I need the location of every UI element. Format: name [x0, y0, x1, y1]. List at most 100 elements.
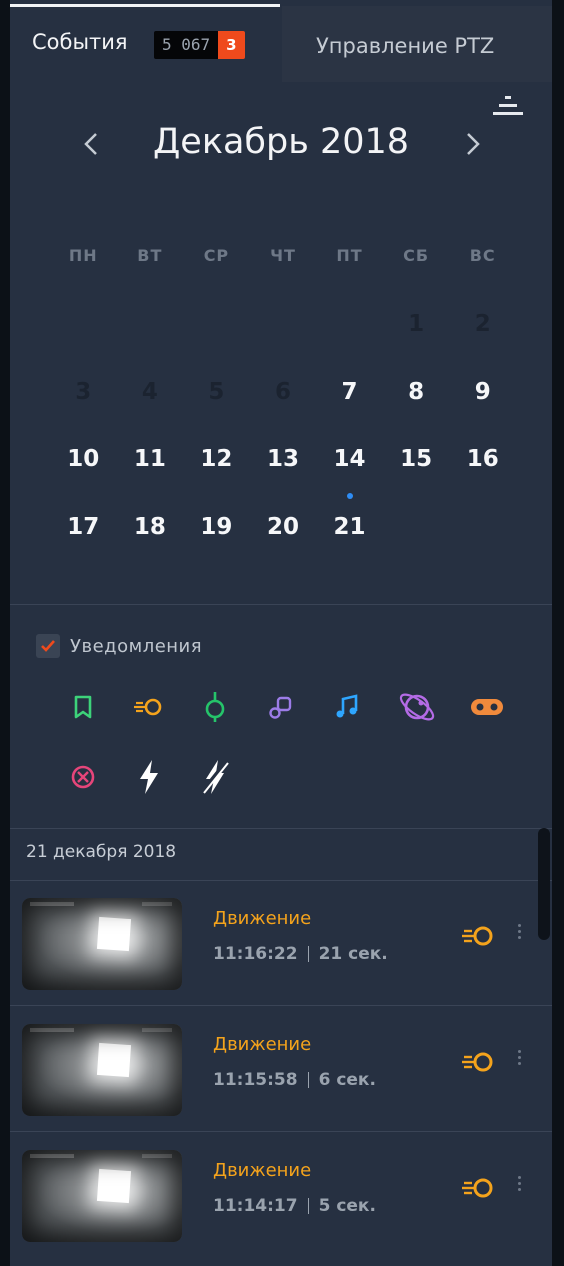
divider [10, 1005, 552, 1006]
calendar-day[interactable]: 15 [383, 435, 450, 503]
calendar-day: 1 [383, 300, 450, 368]
events-panel: События 5 067 3 Управление PTZ Декабрь 2… [10, 0, 552, 1266]
calendar-day: 4 [117, 368, 184, 436]
divider [10, 604, 552, 605]
events-indicator-dot [346, 492, 353, 499]
motion-icon[interactable] [132, 690, 166, 724]
notifications-label: Уведомления [70, 635, 203, 657]
event-time-info: 11:16:22 21 сек. [213, 944, 388, 964]
line-cross-icon[interactable] [198, 690, 232, 724]
calendar-day-number: 9 [474, 378, 491, 405]
checkmark-icon [41, 640, 55, 652]
calendar-day-number: 12 [200, 446, 233, 472]
event-item[interactable]: Движение 11:15:58 6 сек. [10, 1008, 552, 1134]
calendar-day[interactable]: 20 [250, 503, 317, 571]
calendar-day: 5 [183, 368, 250, 436]
thumbnail-vignette [22, 898, 182, 990]
event-thumbnail[interactable] [22, 1150, 182, 1242]
weekday-label: ВТ [137, 246, 163, 265]
tab-ptz[interactable]: Управление PTZ [282, 6, 552, 82]
calendar-day[interactable]: 16 [449, 435, 516, 503]
calendar-header: Декабрь 2018 [10, 118, 552, 170]
calendar-day-number: 8 [408, 378, 425, 405]
calendar-day-number: 15 [400, 446, 433, 472]
more-options-icon[interactable] [514, 1048, 524, 1072]
notifications-checkbox[interactable] [36, 634, 60, 658]
separator [307, 1072, 309, 1088]
event-duration: 6 сек. [318, 1070, 376, 1090]
more-options-icon[interactable] [514, 1174, 524, 1198]
calendar-day[interactable]: 17 [50, 503, 117, 571]
calendar-day[interactable]: 11 [117, 435, 184, 503]
motion-icon [460, 1048, 496, 1076]
object-icon[interactable] [264, 690, 298, 724]
tab-bar: События 5 067 3 Управление PTZ [10, 0, 552, 88]
calendar-day[interactable]: 10 [50, 435, 117, 503]
weekday-label: СБ [403, 246, 430, 265]
calendar-day-number: 11 [133, 446, 166, 472]
calendar-day[interactable]: 12 [183, 435, 250, 503]
calendar-day: 3 [50, 368, 117, 436]
calendar-day-number: 5 [208, 378, 225, 405]
calendar-days-grid: 1 2 3 4 5 6 7 8 9 10 11 12 13 14 15 16 17 18 19 20 21 [50, 300, 516, 570]
calendar-empty-cell [250, 300, 317, 368]
event-duration: 21 сек. [318, 944, 388, 964]
event-item[interactable]: Движение 11:14:17 5 сек. [10, 1134, 552, 1260]
event-duration: 5 сек. [318, 1196, 376, 1216]
event-time: 11:14:17 [213, 1196, 298, 1216]
calendar-day[interactable]: 9 [449, 368, 516, 436]
next-month-button[interactable] [458, 126, 488, 162]
calendar-day[interactable]: 18 [117, 503, 184, 571]
calendar-day-number: 13 [266, 446, 299, 472]
calendar-day[interactable]: 19 [183, 503, 250, 571]
event-time: 11:15:58 [213, 1070, 298, 1090]
separator [307, 946, 309, 962]
event-type: Движение [213, 1160, 312, 1181]
events-total-count: 5 067 [154, 31, 219, 59]
calendar-day[interactable]: 7 [316, 368, 383, 436]
calendar-day-number: 16 [466, 446, 499, 472]
calendar-day[interactable]: 13 [250, 435, 317, 503]
weekday-label: ПН [68, 246, 98, 265]
weekday-label: ВС [469, 246, 496, 265]
event-type: Движение [213, 908, 312, 929]
lightning-icon[interactable] [132, 758, 166, 794]
calendar-day[interactable]: 8 [383, 368, 450, 436]
calendar-day-number: 18 [133, 513, 166, 540]
separator [307, 1198, 309, 1214]
thumbnail-vignette [22, 1150, 182, 1242]
event-item[interactable]: Движение 11:16:22 21 сек. [10, 882, 552, 1008]
notifications-toggle[interactable]: Уведомления [36, 632, 202, 660]
music-note-icon[interactable] [330, 690, 364, 724]
calendar-day[interactable]: 21 [316, 492, 383, 571]
more-options-icon[interactable] [514, 922, 524, 946]
event-thumbnail[interactable] [22, 1024, 182, 1116]
weekday-label: ПТ [336, 246, 363, 265]
lightning-off-icon[interactable] [198, 758, 232, 794]
divider [10, 1131, 552, 1132]
weekday-label: ЧТ [270, 246, 296, 265]
scrollbar-thumb[interactable] [538, 828, 550, 940]
calendar-day: 2 [449, 300, 516, 368]
collapse-calendar-icon[interactable] [492, 94, 524, 120]
calendar-day-number: 7 [341, 378, 358, 405]
calendar-day-number: 6 [274, 378, 291, 405]
event-time-info: 11:14:17 5 сек. [213, 1196, 376, 1216]
calendar-day: 6 [250, 368, 317, 436]
calendar-day-number: 4 [141, 378, 158, 405]
cancel-circle-icon[interactable] [66, 760, 100, 794]
event-time: 11:16:22 [213, 944, 298, 964]
calendar-day-number: 19 [200, 513, 233, 540]
event-thumbnail[interactable] [22, 898, 182, 990]
bookmark-icon[interactable] [66, 690, 100, 724]
calendar-weekdays: ПН ВТ СР ЧТ ПТ СБ ВС [50, 246, 516, 265]
calendar-empty-cell [50, 300, 117, 368]
calendar-day-number: 10 [67, 446, 100, 472]
calendar-day-number: 1 [408, 311, 425, 337]
toggle-icon[interactable] [468, 690, 506, 724]
chevron-right-icon [467, 133, 480, 155]
orbit-icon[interactable] [396, 686, 438, 728]
calendar-day-number: 14 [333, 446, 366, 472]
tab-events[interactable]: События 5 067 3 [10, 0, 280, 88]
calendar-day-number: 20 [266, 513, 299, 540]
